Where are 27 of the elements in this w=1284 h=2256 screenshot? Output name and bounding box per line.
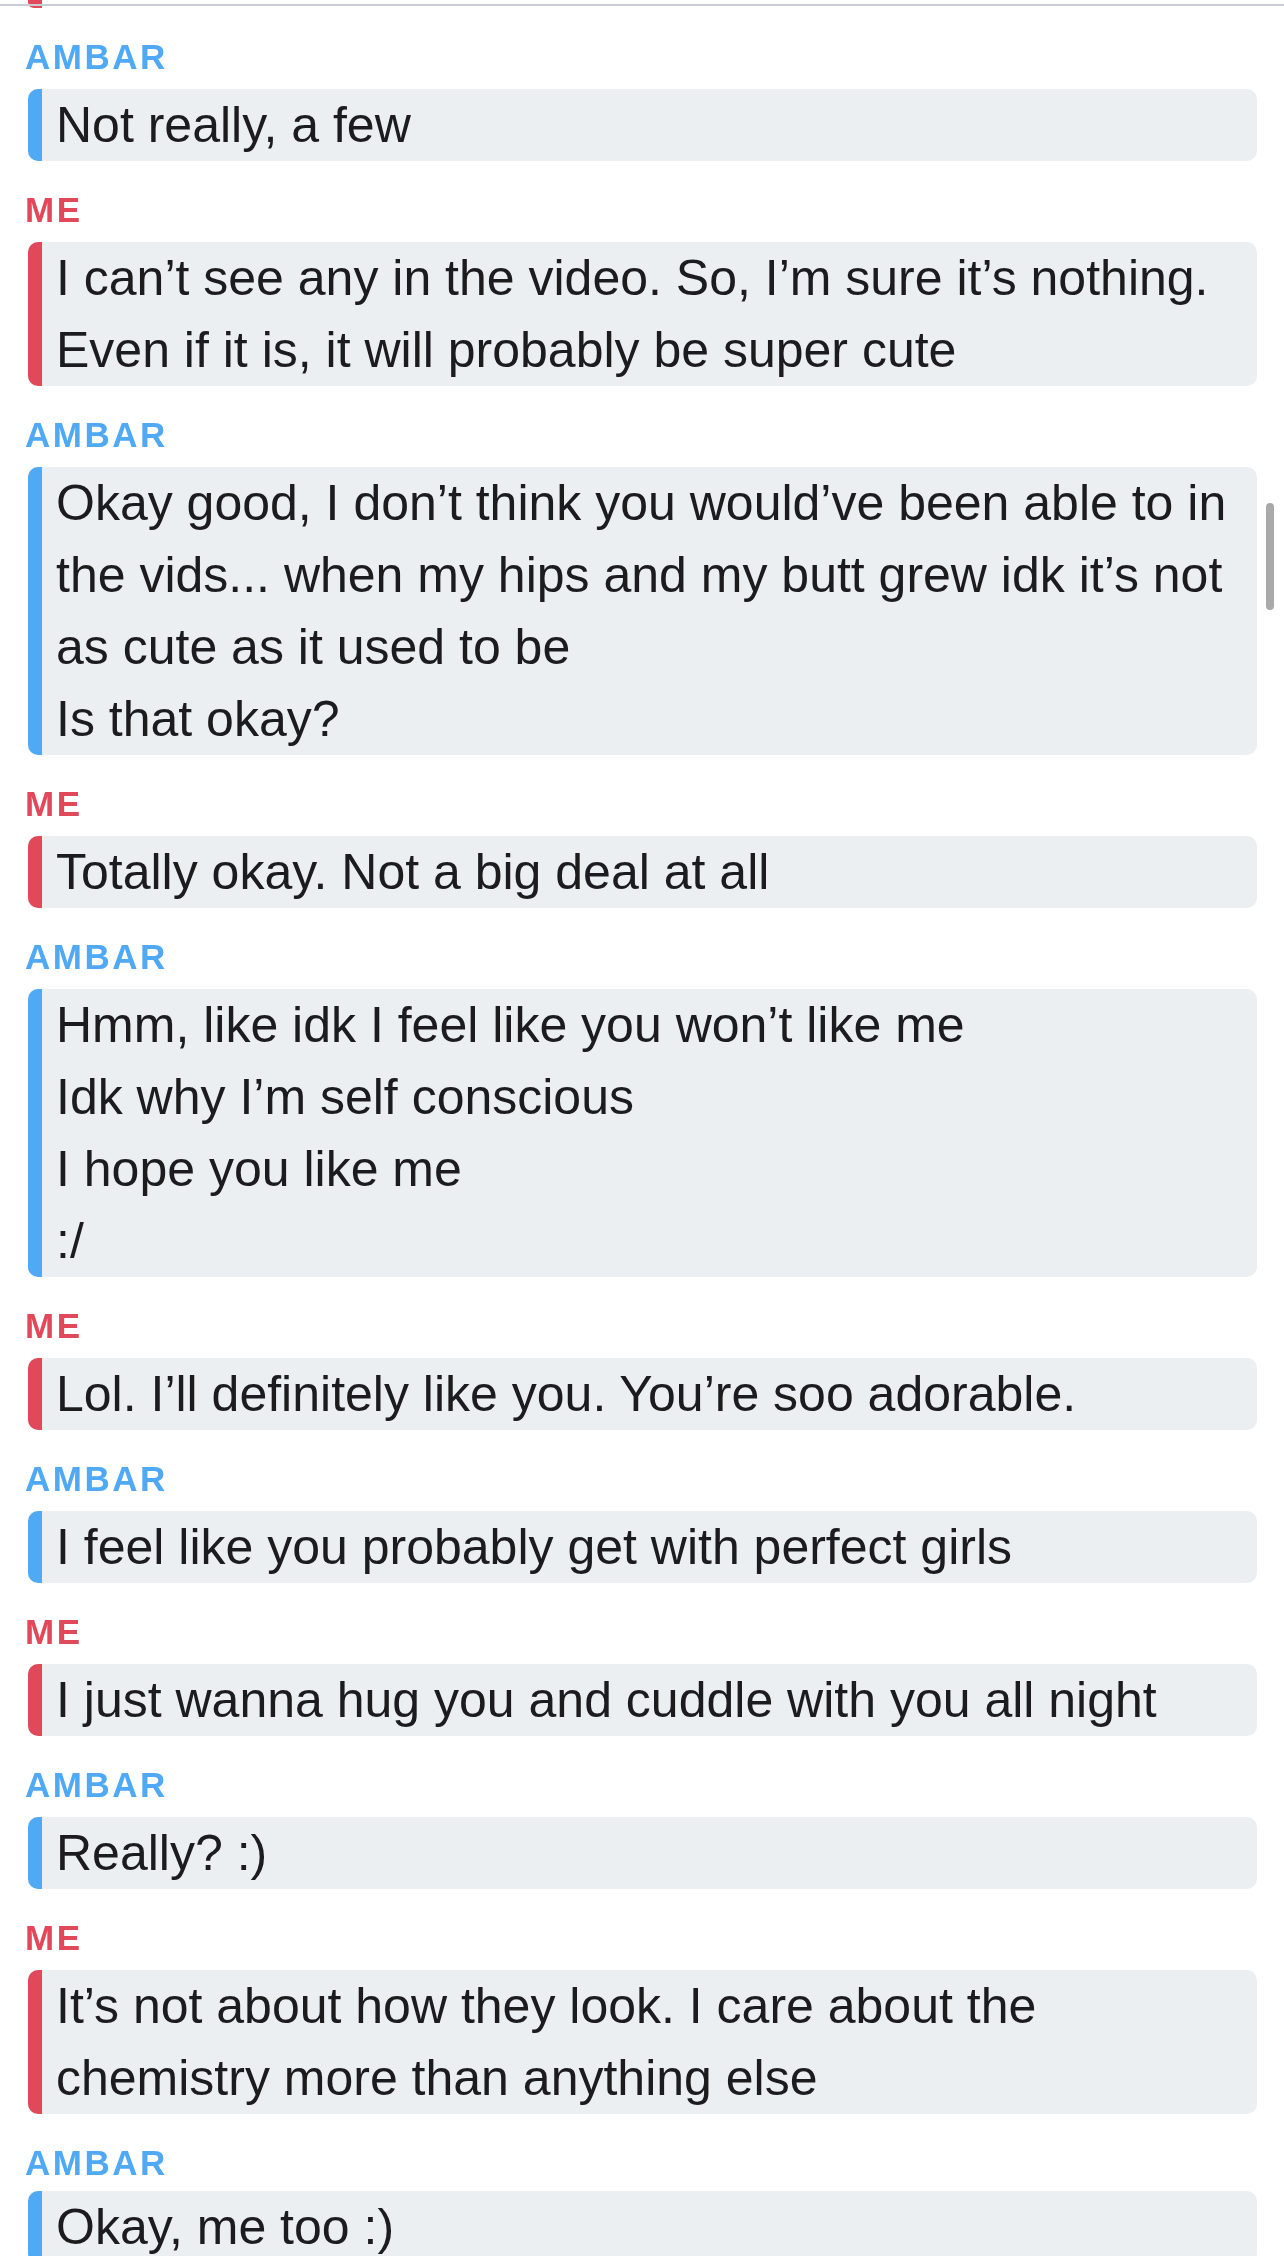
sender-name: AMBAR	[25, 37, 168, 77]
message-text: Totally okay. Not a big deal at all	[56, 843, 770, 902]
sender-name: AMBAR	[25, 937, 168, 977]
message-text: It’s not about how they look. I care about the chemistry more than anything else	[56, 1977, 1038, 2108]
sender-name: ME	[25, 784, 83, 824]
sender-name: ME	[25, 1612, 83, 1652]
message-text: I hope you like me	[56, 1140, 462, 1199]
message-text: Okay, me too :)	[56, 2198, 395, 2256]
sender-name: AMBAR	[25, 1765, 168, 1805]
message-text: I can’t see any in the video. So, I’m sure it’s nothing.	[56, 249, 1209, 308]
sender-name: ME	[25, 1306, 83, 1346]
sender-name: AMBAR	[25, 2143, 168, 2183]
message-text: I just wanna hug you and cuddle with you all night	[56, 1671, 1157, 1730]
sender-name: ME	[25, 1918, 83, 1958]
message-text: Hmm, like idk I feel like you won’t like me	[56, 996, 965, 1055]
sender-name: AMBAR	[25, 415, 168, 455]
message-text: Not really, a few	[56, 96, 411, 155]
message-text: Lol. I’ll definitely like you. You’re soo adorable.	[56, 1365, 1077, 1424]
message-text: Okay good, I don’t think you would’ve been able to in the vids... when my hips and my butt grew idk it’s not as cute as it used to be	[56, 474, 1228, 677]
message-text: :/	[56, 1212, 84, 1271]
message-text: Idk why I’m self conscious	[56, 1068, 634, 1127]
sender-name: ME	[25, 190, 83, 230]
message-text: Even if it is, it will probably be super cute	[56, 321, 957, 380]
message-text: Is that okay?	[56, 690, 340, 749]
sender-name: AMBAR	[25, 1459, 168, 1499]
message-text: Really? :)	[56, 1824, 268, 1883]
message-text: I feel like you probably get with perfect girls	[56, 1518, 1013, 1577]
